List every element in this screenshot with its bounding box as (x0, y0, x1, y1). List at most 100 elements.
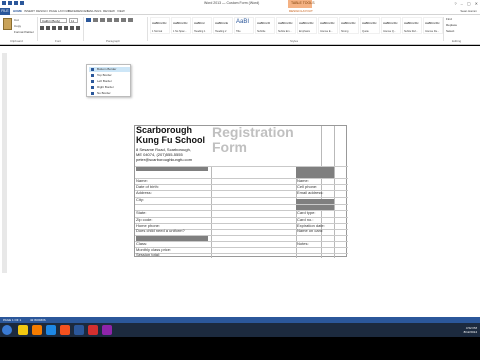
tab-references[interactable]: REFERENCES (68, 9, 89, 13)
style-name: Emphasis (299, 30, 310, 33)
style-tile[interactable]: AaBbCcDc Intense Q... (381, 17, 401, 34)
border-option-label: Left Border (97, 79, 112, 83)
tab-file[interactable]: FILE (0, 8, 10, 15)
style-name: 1 No Spac... (173, 30, 187, 33)
screen: Word 2013 — Custom Form (Word) TABLE TOO… (0, 0, 480, 360)
undo-icon[interactable] (14, 1, 18, 5)
tab-insert[interactable]: INSERT (24, 9, 35, 13)
file-explorer-icon[interactable] (18, 325, 28, 335)
style-name: Heading 2 (215, 30, 227, 33)
vertical-ruler (2, 53, 7, 273)
word-logo-icon (2, 1, 6, 5)
firefox-icon[interactable] (60, 325, 70, 335)
tab-review[interactable]: REVIEW (103, 9, 115, 13)
superscript-icon[interactable] (70, 26, 74, 30)
tab-mailings[interactable]: MAILINGS (87, 9, 101, 13)
close-icon[interactable]: ✕ (475, 1, 478, 6)
border-icon (91, 68, 94, 71)
border-icon (91, 74, 94, 77)
tab-table-layout[interactable]: LAYOUT (301, 9, 313, 13)
style-tile[interactable]: AaBbCcDc 1 No Spac... (171, 17, 191, 34)
style-tile[interactable]: AaBbCcE Heading 2 (213, 17, 233, 34)
table-row-line (135, 217, 348, 218)
field-label: Zip code: (136, 217, 153, 222)
sort-icon[interactable] (121, 18, 126, 22)
app-icon[interactable] (102, 325, 112, 335)
font-size-select[interactable]: 11 (69, 18, 78, 23)
start-button-icon[interactable] (2, 325, 12, 335)
user-name[interactable]: Sean Hamm (460, 9, 477, 13)
decrease-indent-icon[interactable] (107, 18, 112, 22)
font-name-select[interactable]: Calibri (Body) (40, 18, 67, 23)
border-option-label: Top Border (97, 73, 112, 77)
style-tile[interactable]: AaBbCcDc Intense E... (318, 17, 338, 34)
style-tile[interactable]: AaBbCcDc Subtle Ref... (402, 17, 422, 34)
internet-explorer-icon[interactable] (46, 325, 56, 335)
word-taskbar-icon[interactable] (74, 325, 84, 335)
style-tile[interactable]: AaBbCcDc Strong (339, 17, 359, 34)
style-tile[interactable]: AaBbCcDc Subtle Em... (276, 17, 296, 34)
bold-icon[interactable] (40, 26, 44, 30)
select-button[interactable]: Select (446, 29, 457, 35)
format-painter-button[interactable]: Format Painter (14, 30, 34, 34)
style-tile[interactable]: AaBbCcDc 1 Normal (150, 17, 170, 34)
word-count[interactable]: 42 WORDS (30, 318, 46, 322)
minimize-icon[interactable]: – (461, 1, 463, 6)
maximize-icon[interactable]: ▢ (467, 1, 471, 6)
system-clock[interactable]: 4:52 PM 8/12/2014 (464, 326, 477, 334)
save-icon[interactable] (8, 1, 12, 5)
style-name: Intense E... (320, 30, 333, 33)
bullets-icon[interactable] (86, 18, 91, 22)
styles-group-label: Styles (290, 39, 299, 43)
style-tile[interactable]: AaBbCcDc Quote (360, 17, 380, 34)
style-sample: AaBbCcDc (383, 21, 398, 25)
font-color-icon[interactable] (76, 26, 80, 30)
border-option[interactable]: No Border (89, 91, 130, 96)
style-sample: AaBbCcDc (152, 21, 167, 25)
style-tile[interactable]: AaBbCcDc Intense Re... (423, 17, 443, 34)
style-name: Intense Re... (425, 30, 440, 33)
tab-page-layout[interactable]: PAGE LAYOUT (49, 9, 70, 13)
border-option[interactable]: Right Border (89, 85, 130, 90)
tab-design[interactable]: DESIGN (36, 9, 48, 13)
window-controls: ? – ▢ ✕ (454, 1, 478, 6)
style-sample: AaBbCcDc (362, 21, 377, 25)
multilevel-list-icon[interactable] (100, 18, 105, 22)
help-icon[interactable]: ? (454, 1, 456, 6)
border-option[interactable]: Bottom Border (89, 67, 130, 72)
borders-dropdown[interactable]: Bottom Border Top Border Left Border Right … (86, 64, 131, 97)
show-marks-icon[interactable] (128, 18, 133, 22)
underline-icon[interactable] (52, 26, 56, 30)
style-tile[interactable]: AaBbCc Heading 1 (192, 17, 212, 34)
border-option[interactable]: Top Border (89, 73, 130, 78)
italic-icon[interactable] (46, 26, 50, 30)
border-option[interactable]: Left Border (89, 79, 130, 84)
tab-view[interactable]: VIEW (117, 9, 125, 13)
style-tile[interactable]: AaBbCcDc Emphasis (297, 17, 317, 34)
tab-home[interactable]: HOME (13, 9, 22, 13)
cut-button[interactable]: Cut (14, 18, 19, 22)
style-sample: AaBbCcD (257, 21, 271, 25)
field-label: Name on card: (297, 228, 324, 233)
style-tile[interactable]: AaBI Title (234, 17, 254, 34)
table-row-line (135, 166, 348, 167)
numbering-icon[interactable] (93, 18, 98, 22)
table-row-line (135, 178, 348, 179)
border-option-label: No Border (97, 91, 111, 95)
style-tile[interactable]: AaBbCcD Subtitle (255, 17, 275, 34)
paste-button[interactable] (3, 18, 12, 30)
copy-button[interactable]: Copy (14, 24, 21, 28)
increase-indent-icon[interactable] (114, 18, 119, 22)
app-icon[interactable] (88, 325, 98, 335)
quick-access-toolbar (2, 1, 24, 5)
tab-table-design[interactable]: DESIGN (289, 9, 301, 13)
table-row-line (135, 235, 348, 236)
redo-icon[interactable] (20, 1, 24, 5)
media-player-icon[interactable] (32, 325, 42, 335)
style-name: Subtle Em... (278, 30, 292, 33)
subscript-icon[interactable] (64, 26, 68, 30)
field-label: Cell phone: (297, 184, 318, 189)
field-label: Session total: (136, 252, 161, 257)
page-count[interactable]: PAGE 1 OF 1 (3, 318, 21, 322)
strikethrough-icon[interactable] (58, 26, 62, 30)
